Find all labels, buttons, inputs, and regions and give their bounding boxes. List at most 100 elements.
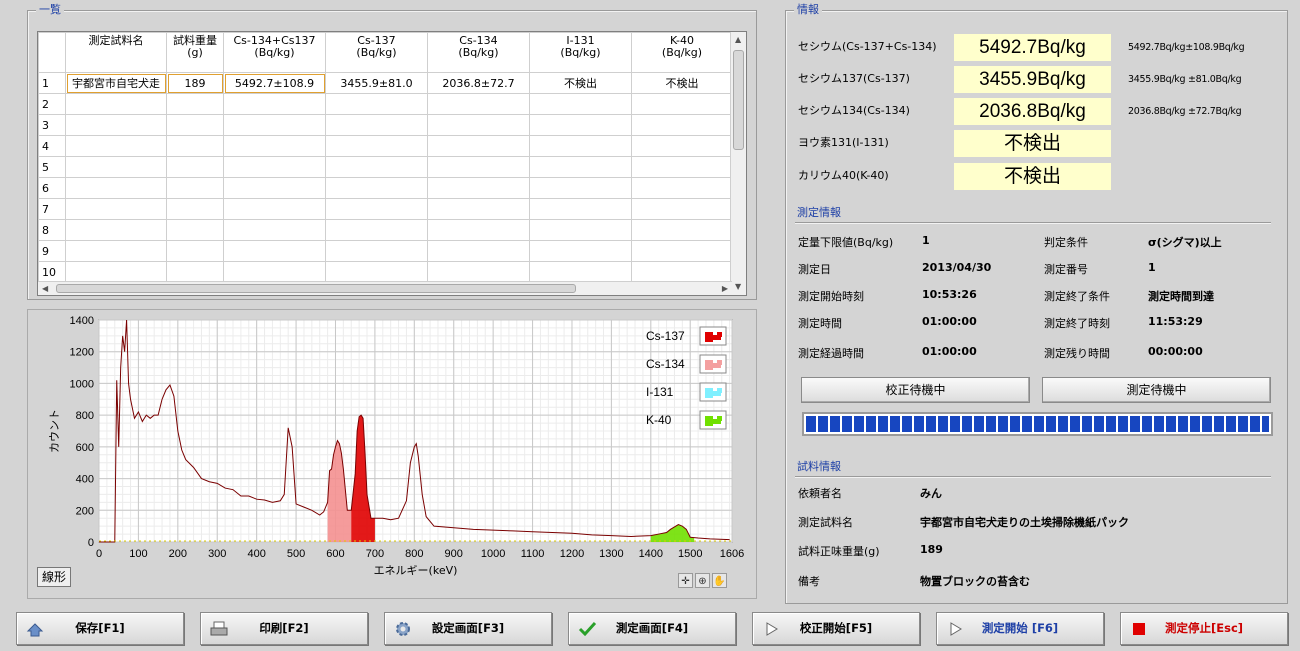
cell-cs_total[interactable] [223,156,326,178]
col-header-name[interactable]: 測定試料名 [65,32,167,73]
cell-cs137[interactable]: 3455.9±81.0 [325,72,428,94]
cell-i131[interactable] [529,135,632,157]
cell-cs_total[interactable] [223,240,326,262]
cell-cs_total[interactable]: 5492.7±108.9 [223,72,326,94]
scroll-down-icon[interactable]: ▼ [735,282,741,292]
cell-no[interactable]: 5 [38,156,66,178]
toolbar-button-1[interactable]: 印刷[F2] [200,612,368,645]
cell-no[interactable]: 10 [38,261,66,283]
cell-cs137[interactable] [325,198,428,220]
cell-i131[interactable] [529,93,632,115]
cell-i131[interactable] [529,156,632,178]
scroll-left-icon[interactable]: ◀ [42,284,48,294]
cell-cs134[interactable]: 2036.8±72.7 [427,72,530,94]
cell-cs137[interactable] [325,156,428,178]
cell-weight[interactable]: 189 [166,72,224,94]
toolbar-button-0[interactable]: 保存[F1] [16,612,184,645]
cell-k40[interactable] [631,135,733,157]
cell-no[interactable]: 6 [38,177,66,199]
cell-cs_total[interactable] [223,261,326,283]
cell-i131[interactable] [529,261,632,283]
cell-cs134[interactable] [427,93,530,115]
col-header-cs134[interactable]: Cs-134 (Bq/kg) [427,32,530,73]
cell-weight[interactable] [166,114,224,136]
cell-i131[interactable] [529,219,632,241]
cell-k40[interactable] [631,261,733,283]
cell-k40[interactable] [631,219,733,241]
cell-cs134[interactable] [427,156,530,178]
measure-status-button[interactable]: 測定待機中 [1042,377,1271,403]
cell-cs134[interactable] [427,114,530,136]
cell-k40[interactable] [631,177,733,199]
cell-cs_total[interactable] [223,114,326,136]
cell-no[interactable]: 2 [38,93,66,115]
cell-name[interactable] [65,177,167,199]
cell-cs137[interactable] [325,135,428,157]
cell-weight[interactable] [166,198,224,220]
cell-k40[interactable] [631,240,733,262]
cell-no[interactable]: 9 [38,240,66,262]
table-row[interactable]: 8 [38,219,733,241]
cell-name[interactable] [65,198,167,220]
horizontal-scroll-thumb[interactable] [56,284,576,293]
results-table[interactable]: 測定試料名 試料重量 (g) Cs-134+Cs137 (Bq/kg) Cs-137… [37,31,747,296]
cell-name[interactable] [65,261,167,283]
cell-cs134[interactable] [427,261,530,283]
cell-cs137[interactable] [325,240,428,262]
cell-cs137[interactable] [325,114,428,136]
table-vertical-scrollbar[interactable]: ▲ ▼ [730,32,746,295]
spectrum-chart[interactable]: 0 100 200 300 400 500 600 700 800 900 1000 1100 1200… [28,310,756,598]
cell-name[interactable] [65,135,167,157]
cell-no[interactable]: 3 [38,114,66,136]
col-header-cs137[interactable]: Cs-137 (Bq/kg) [325,32,428,73]
cell-weight[interactable] [166,219,224,241]
col-header-k40[interactable]: K-40 (Bq/kg) [631,32,733,73]
cell-i131[interactable] [529,177,632,199]
cell-no[interactable]: 7 [38,198,66,220]
calibration-status-button[interactable]: 校正待機中 [801,377,1030,403]
cell-cs134[interactable] [427,219,530,241]
col-header-cs-total[interactable]: Cs-134+Cs137 (Bq/kg) [223,32,326,73]
cell-k40[interactable]: 不検出 [631,72,733,94]
cell-name[interactable] [65,240,167,262]
table-row[interactable]: 9 [38,240,733,262]
toolbar-button-5[interactable]: 測定開始 [F6] [936,612,1104,645]
col-header-i131[interactable]: I-131 (Bq/kg) [529,32,632,73]
cell-cs134[interactable] [427,177,530,199]
cell-name[interactable] [65,93,167,115]
scroll-up-icon[interactable]: ▲ [735,35,741,45]
cell-cs_total[interactable] [223,135,326,157]
cell-cs134[interactable] [427,198,530,220]
cell-weight[interactable] [166,261,224,283]
table-row[interactable]: 3 [38,114,733,136]
table-row[interactable]: 5 [38,156,733,178]
table-row[interactable]: 7 [38,198,733,220]
cell-cs137[interactable] [325,177,428,199]
cell-k40[interactable] [631,156,733,178]
zoom-icon[interactable]: ⊕ [695,573,710,588]
table-row[interactable]: 4 [38,135,733,157]
table-row[interactable]: 2 [38,93,733,115]
cell-no[interactable]: 8 [38,219,66,241]
pan-hand-icon[interactable]: ✋ [712,573,727,588]
col-header-no[interactable] [38,32,66,73]
table-row[interactable]: 10 [38,261,733,283]
scale-mode-button[interactable]: 線形 [37,567,71,587]
table-row[interactable]: 1 宇都宮市自宅犬走 189 5492.7±108.9 3455.9±81.0 2036.… [38,72,733,94]
cell-k40[interactable] [631,114,733,136]
cell-weight[interactable] [166,177,224,199]
cell-i131[interactable] [529,114,632,136]
cell-name[interactable] [65,156,167,178]
cell-no[interactable]: 1 [38,72,66,94]
cell-k40[interactable] [631,198,733,220]
scroll-right-icon[interactable]: ▶ [722,284,728,294]
toolbar-button-4[interactable]: 校正開始[F5] [752,612,920,645]
cell-weight[interactable] [166,93,224,115]
cell-weight[interactable] [166,156,224,178]
cell-cs_total[interactable] [223,198,326,220]
cell-name[interactable] [65,114,167,136]
cell-cs137[interactable] [325,93,428,115]
cell-k40[interactable] [631,93,733,115]
table-row[interactable]: 6 [38,177,733,199]
col-header-weight[interactable]: 試料重量 (g) [166,32,224,73]
